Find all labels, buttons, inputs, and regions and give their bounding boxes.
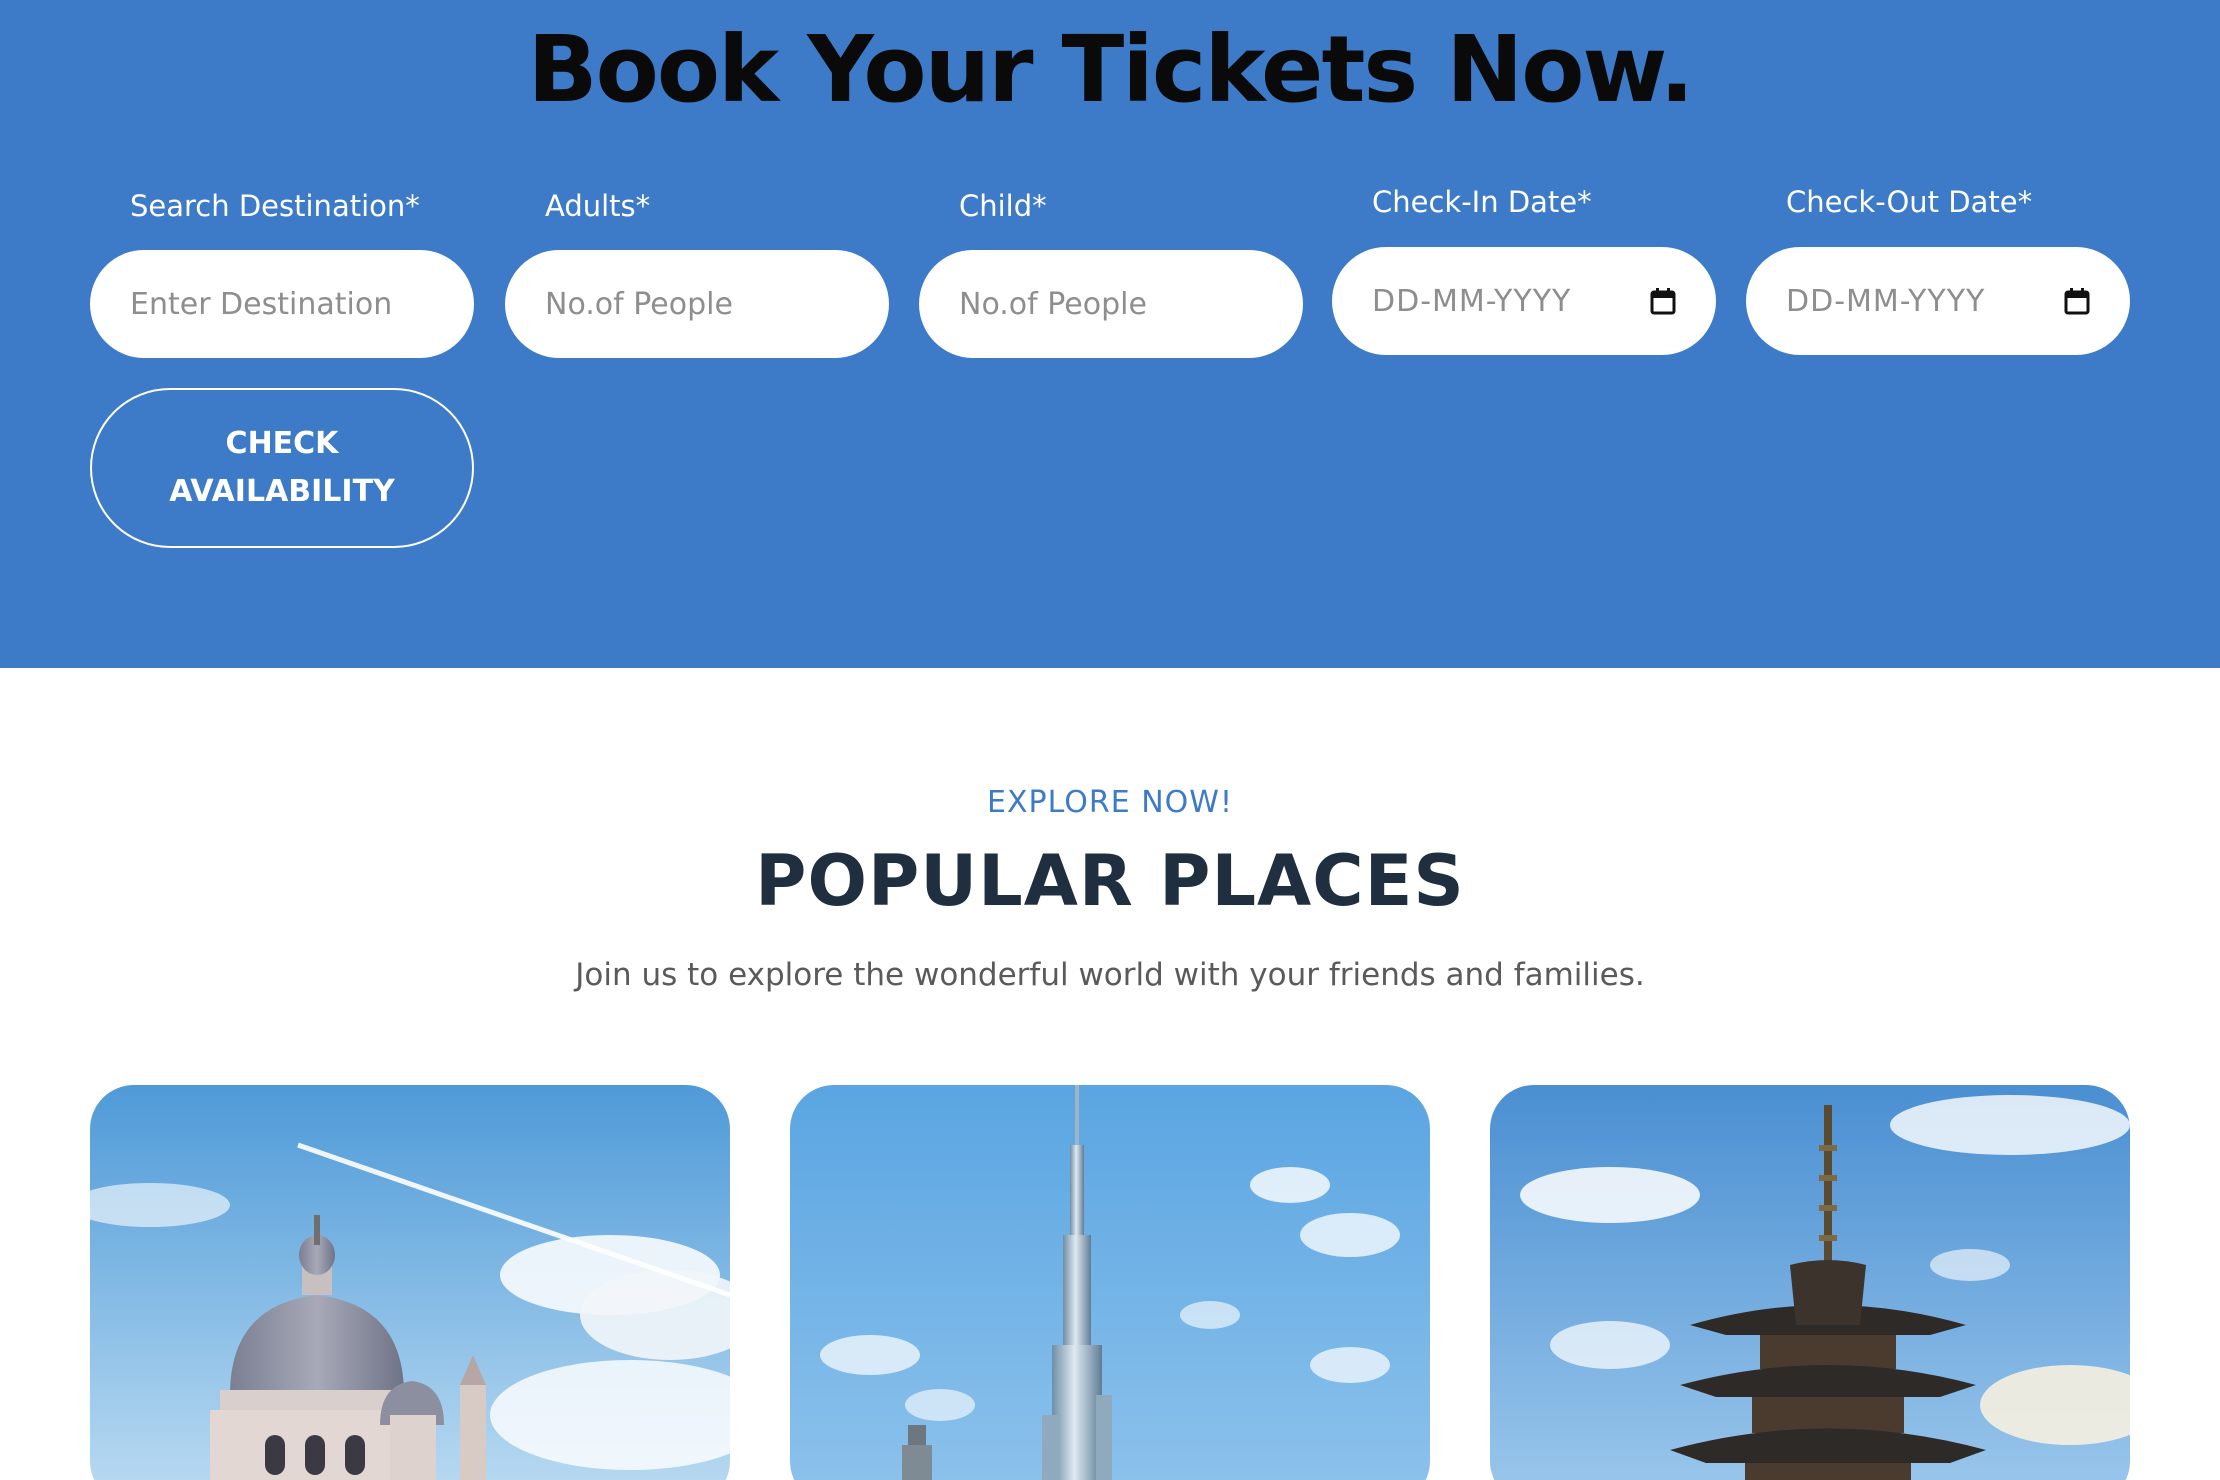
- destination-input[interactable]: Enter Destination: [90, 250, 474, 358]
- pagoda-photo: [1490, 1085, 2130, 1480]
- calendar-icon[interactable]: [1650, 287, 1676, 315]
- child-placeholder: No.of People: [959, 286, 1147, 322]
- check-in-label: Check-In Date*: [1372, 185, 1592, 219]
- check-out-placeholder: DD-MM-YYYY: [1786, 283, 1986, 319]
- domed-basilica-photo: [90, 1085, 730, 1480]
- booking-section: Book Your Tickets Now. Search Destinatio…: [0, 0, 2220, 668]
- place-card[interactable]: [1490, 1085, 2130, 1480]
- child-label: Child*: [959, 189, 1047, 223]
- check-availability-label: CHECK AVAILABILITY: [169, 426, 395, 509]
- calendar-icon[interactable]: [2064, 287, 2090, 315]
- check-in-field-group: Check-In Date* DD-MM-YYYY: [1332, 185, 1716, 360]
- adults-label: Adults*: [545, 189, 651, 223]
- destination-label: Search Destination*: [130, 189, 420, 223]
- place-card[interactable]: [90, 1085, 730, 1480]
- section-title: POPULAR PLACES: [755, 840, 1465, 922]
- adults-placeholder: No.of People: [545, 286, 733, 322]
- check-availability-button[interactable]: CHECK AVAILABILITY: [90, 388, 474, 548]
- section-subtitle: Join us to explore the wonderful world w…: [575, 957, 1645, 993]
- adults-field-group: Adults* No.of People: [505, 185, 889, 360]
- check-out-date-input[interactable]: DD-MM-YYYY: [1746, 247, 2130, 355]
- check-out-label: Check-Out Date*: [1786, 185, 2033, 219]
- adults-input[interactable]: No.of People: [505, 250, 889, 358]
- destination-field-group: Search Destination* Enter Destination: [90, 185, 474, 360]
- check-in-date-input[interactable]: DD-MM-YYYY: [1332, 247, 1716, 355]
- skyscraper-tower-photo: [790, 1085, 1430, 1480]
- destination-placeholder: Enter Destination: [130, 286, 393, 322]
- child-input[interactable]: No.of People: [919, 250, 1303, 358]
- booking-title: Book Your Tickets Now.: [527, 16, 1695, 123]
- check-in-placeholder: DD-MM-YYYY: [1372, 283, 1572, 319]
- place-card[interactable]: [790, 1085, 1430, 1480]
- child-field-group: Child* No.of People: [919, 185, 1303, 360]
- check-out-field-group: Check-Out Date* DD-MM-YYYY: [1746, 185, 2130, 360]
- section-eyebrow: EXPLORE NOW!: [987, 785, 1233, 820]
